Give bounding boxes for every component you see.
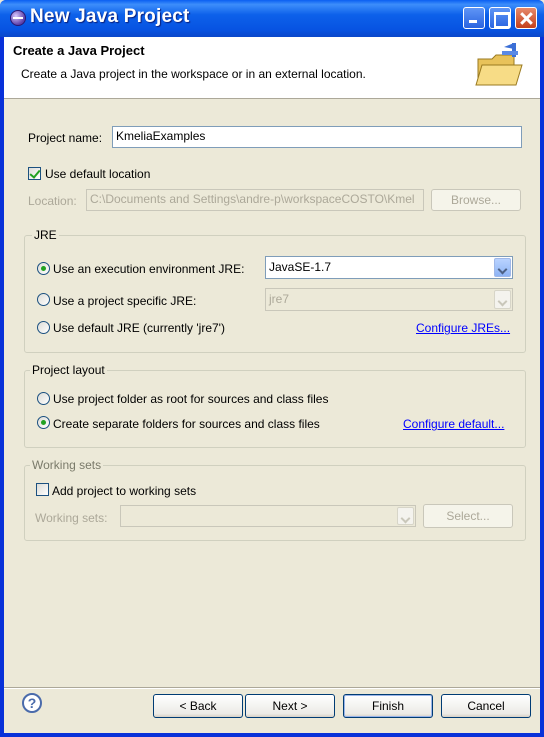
browse-button[interactable]: Browse... <box>431 189 521 211</box>
project-layout-group <box>24 370 526 448</box>
execution-env-value: JavaSE-1.7 <box>269 260 332 274</box>
maximize-button[interactable] <box>489 7 511 29</box>
execution-env-select[interactable]: JavaSE-1.7 <box>265 256 513 279</box>
working-sets-select[interactable] <box>120 505 416 527</box>
new-java-project-window: New Java Project Create a Java Project C… <box>0 0 544 737</box>
title-bar[interactable]: New Java Project <box>0 0 544 37</box>
jre-project-specific-label: Use a project specific JRE: <box>53 294 197 308</box>
dialog-body: Create a Java Project Create a Java proj… <box>4 37 540 733</box>
working-sets-label: Working sets: <box>35 511 108 525</box>
working-sets-group <box>24 465 526 541</box>
select-working-sets-button[interactable]: Select... <box>423 504 513 528</box>
wizard-header: Create a Java Project Create a Java proj… <box>4 37 540 99</box>
wizard-description: Create a Java project in the workspace o… <box>21 67 366 81</box>
jre-default-radio[interactable] <box>37 321 50 334</box>
layout-root-folder-label: Use project folder as root for sources a… <box>53 392 329 406</box>
layout-separate-folders-label: Create separate folders for sources and … <box>53 417 320 431</box>
layout-root-folder-radio[interactable] <box>37 392 50 405</box>
layout-separate-folders-radio[interactable] <box>37 416 50 429</box>
jre-execution-env-radio[interactable] <box>37 262 50 275</box>
project-specific-jre-select[interactable]: jre7 <box>265 288 513 311</box>
finish-button[interactable]: Finish <box>343 694 433 718</box>
chevron-down-icon[interactable] <box>494 258 511 277</box>
wizard-title: Create a Java Project <box>13 43 145 58</box>
jre-default-label: Use default JRE (currently 'jre7') <box>53 321 225 335</box>
chevron-down-icon[interactable] <box>397 507 414 525</box>
configure-jres-link[interactable]: Configure JREs... <box>416 321 510 335</box>
window-title: New Java Project <box>30 6 190 27</box>
minimize-button[interactable] <box>463 7 485 29</box>
footer-separator <box>4 687 540 689</box>
configure-default-link[interactable]: Configure default... <box>403 417 504 431</box>
cancel-button[interactable]: Cancel <box>441 694 531 718</box>
next-button[interactable]: Next > <box>245 694 335 718</box>
close-button[interactable] <box>515 7 537 29</box>
add-to-working-sets-checkbox[interactable] <box>36 483 49 496</box>
java-project-folder-icon <box>474 41 526 93</box>
chevron-down-icon[interactable] <box>494 290 511 309</box>
project-name-label: Project name: <box>28 131 103 145</box>
use-default-location-checkbox[interactable] <box>28 167 41 180</box>
back-button[interactable]: < Back <box>153 694 243 718</box>
project-name-input[interactable]: KmeliaExamples <box>112 126 522 148</box>
location-input[interactable]: C:\Documents and Settings\andre-p\worksp… <box>86 189 424 211</box>
jre-execution-env-label: Use an execution environment JRE: <box>53 262 245 276</box>
location-label: Location: <box>28 194 77 208</box>
jre-group-title: JRE <box>32 228 59 242</box>
project-specific-jre-value: jre7 <box>269 292 290 306</box>
eclipse-icon <box>10 10 26 26</box>
working-sets-group-title: Working sets <box>30 458 104 472</box>
jre-project-specific-radio[interactable] <box>37 293 50 306</box>
project-layout-group-title: Project layout <box>30 363 107 377</box>
add-to-working-sets-label: Add project to working sets <box>52 484 197 498</box>
help-icon[interactable]: ? <box>22 693 42 713</box>
use-default-location-label: Use default location <box>45 167 151 181</box>
window-frame-bottom <box>0 733 544 737</box>
